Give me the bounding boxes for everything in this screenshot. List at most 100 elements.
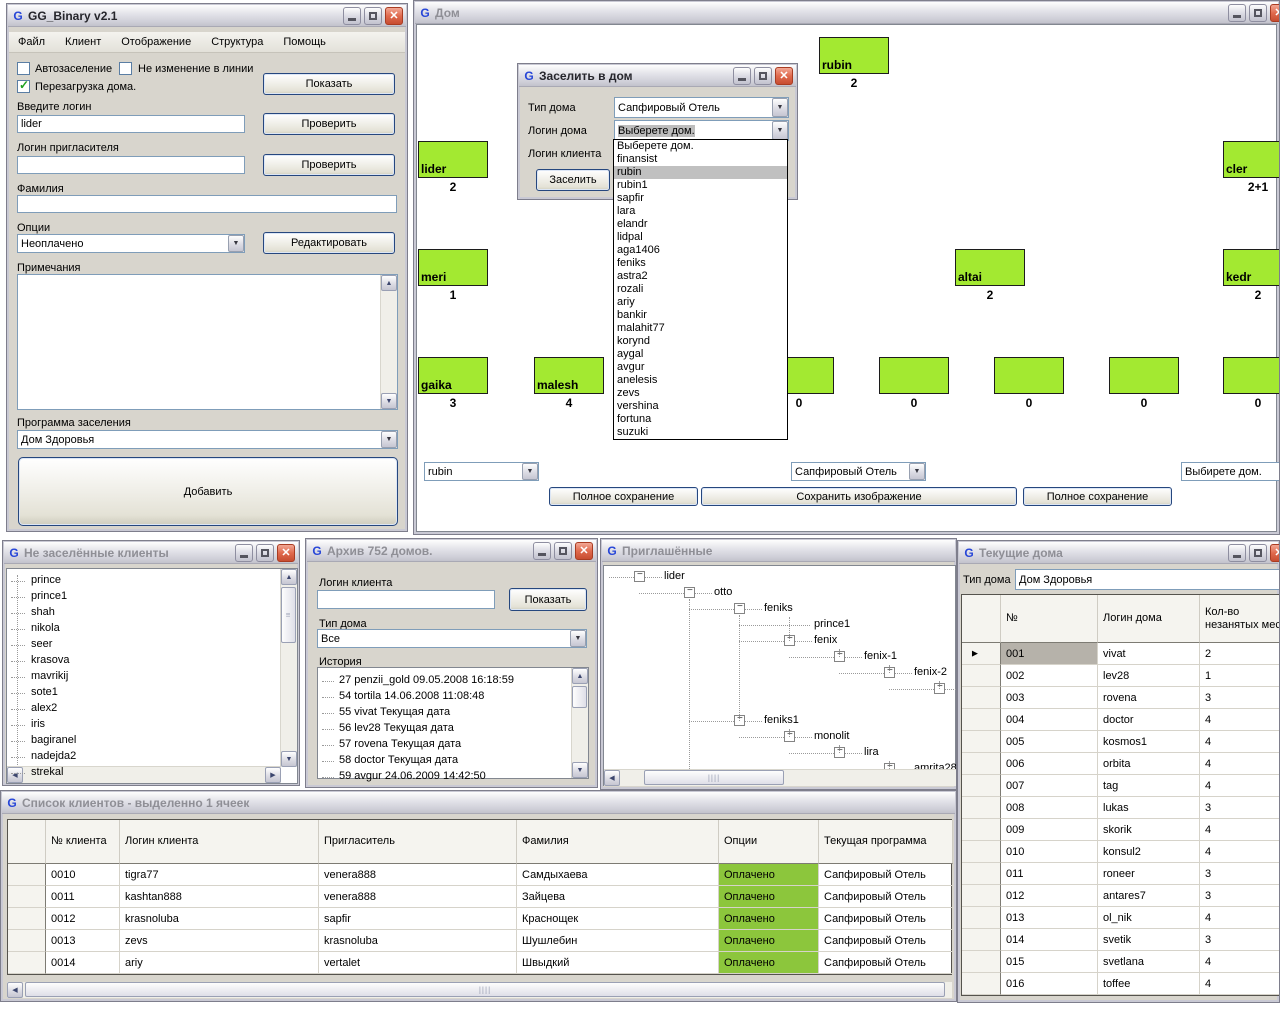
row-header[interactable] <box>962 731 1001 753</box>
dropdown-item[interactable]: avgur <box>614 361 787 374</box>
cell[interactable]: rovena <box>1098 687 1200 709</box>
minimize-button[interactable] <box>1228 4 1246 22</box>
cell[interactable]: vertalet <box>319 952 517 974</box>
column-header[interactable]: Текущая программа <box>819 820 953 864</box>
cell[interactable]: 0013 <box>46 930 120 952</box>
tree-node-label[interactable]: lira <box>864 745 879 760</box>
check-button-2[interactable]: Проверить <box>263 154 395 176</box>
tree-node-label[interactable]: fenix-2 <box>914 665 947 680</box>
cell[interactable]: 0012 <box>46 908 120 930</box>
menu-item[interactable]: Помощь <box>274 33 335 51</box>
minimize-button[interactable] <box>343 7 361 25</box>
dropdown-item[interactable]: rubin <box>614 166 787 179</box>
settle-type-combo[interactable]: Сапфировый Отель <box>614 97 789 118</box>
tree-node-label[interactable]: fenix <box>814 633 837 648</box>
scroll-up-icon[interactable]: ▲ <box>381 275 397 291</box>
maximize-button[interactable] <box>754 67 772 85</box>
list-item[interactable]: shah <box>7 605 277 621</box>
cell[interactable]: 010 <box>1001 841 1098 863</box>
list-item[interactable]: iris <box>7 717 277 733</box>
settle-button[interactable]: Заселить <box>536 169 610 191</box>
cell[interactable]: kosmos1 <box>1098 731 1200 753</box>
scrollbar-thumb[interactable]: |||| <box>25 982 945 997</box>
scroll-down-icon[interactable]: ▼ <box>281 751 297 767</box>
row-header[interactable] <box>962 665 1001 687</box>
row-header[interactable] <box>962 885 1001 907</box>
archive-client-input[interactable] <box>317 590 495 609</box>
column-header[interactable]: Кол-во незанятых мест <box>1200 595 1280 643</box>
row-header[interactable] <box>962 709 1001 731</box>
row-header[interactable] <box>962 687 1001 709</box>
menu-item[interactable]: Клиент <box>56 33 110 51</box>
minimize-button[interactable] <box>733 67 751 85</box>
cell[interactable]: Сапфировый Отель <box>819 864 953 886</box>
cell[interactable]: tigra77 <box>120 864 319 886</box>
chevron-down-icon[interactable] <box>228 235 244 252</box>
row-header[interactable] <box>962 863 1001 885</box>
cell[interactable]: Шушлебин <box>517 930 719 952</box>
cell[interactable]: 4 <box>1200 731 1280 753</box>
house-box[interactable]: meri <box>418 249 488 286</box>
cell[interactable]: 2 <box>1200 643 1280 665</box>
cell[interactable]: 006 <box>1001 753 1098 775</box>
row-header[interactable] <box>962 797 1001 819</box>
autosettle-checkbox[interactable] <box>17 62 30 75</box>
list-item[interactable]: nadejda2 <box>7 749 277 765</box>
cell[interactable]: 4 <box>1200 973 1280 995</box>
dropdown-item[interactable]: Выберете дом. <box>614 140 787 153</box>
cell[interactable]: Краснощек <box>517 908 719 930</box>
cell[interactable]: 0011 <box>46 886 120 908</box>
login-input[interactable]: lider <box>17 115 245 133</box>
history-item[interactable]: 55 vivat Текущая дата <box>318 705 568 721</box>
inviter-input[interactable] <box>17 156 245 174</box>
tree-expander-icon[interactable] <box>734 603 745 614</box>
scroll-up-icon[interactable]: ▲ <box>572 668 588 684</box>
row-header[interactable] <box>962 907 1001 929</box>
close-button[interactable] <box>575 542 593 560</box>
options-combo[interactable]: Неоплачено <box>17 234 245 253</box>
cell[interactable]: skorik <box>1098 819 1200 841</box>
dropdown-item[interactable]: aygal <box>614 348 787 361</box>
tree-expander-icon[interactable] <box>634 571 645 582</box>
list-item[interactable]: prince1 <box>7 589 277 605</box>
cell[interactable]: 4 <box>1200 819 1280 841</box>
scroll-down-icon[interactable]: ▼ <box>381 393 397 409</box>
maximize-button[interactable] <box>1249 544 1267 562</box>
cell[interactable]: orbita <box>1098 753 1200 775</box>
settle-house-combo[interactable]: Выберете дом. <box>614 120 789 141</box>
cell[interactable]: venera888 <box>319 864 517 886</box>
cell[interactable]: Самдыхаева <box>517 864 719 886</box>
row-header[interactable] <box>8 864 46 886</box>
close-button[interactable] <box>1270 4 1280 22</box>
menu-item[interactable]: Отображение <box>112 33 200 51</box>
dropdown-item[interactable]: astra2 <box>614 270 787 283</box>
row-header[interactable] <box>962 775 1001 797</box>
cell[interactable]: 0010 <box>46 864 120 886</box>
notes-textarea[interactable]: ▲ ▼ <box>17 274 398 410</box>
scrollbar-thumb[interactable] <box>572 686 587 708</box>
cell[interactable]: antares7 <box>1098 885 1200 907</box>
tree-expander-icon[interactable] <box>684 587 695 598</box>
dropdown-item[interactable]: bankir <box>614 309 787 322</box>
dropdown-item[interactable]: vershina <box>614 400 787 413</box>
cell[interactable]: Оплачено <box>719 864 819 886</box>
history-item[interactable]: 27 penzii_gold 09.05.2008 16:18:59 <box>318 673 568 689</box>
cell[interactable]: 008 <box>1001 797 1098 819</box>
dropdown-item[interactable]: anelesis <box>614 374 787 387</box>
row-header[interactable] <box>8 908 46 930</box>
row-header[interactable] <box>962 841 1001 863</box>
scrollbar-thumb[interactable]: |||| <box>644 770 784 785</box>
column-header[interactable]: № клиента <box>46 820 120 864</box>
cell[interactable]: tag <box>1098 775 1200 797</box>
cell[interactable]: lev28 <box>1098 665 1200 687</box>
cell[interactable]: Оплачено <box>719 908 819 930</box>
maximize-button[interactable] <box>364 7 382 25</box>
house-box[interactable] <box>994 357 1064 394</box>
chevron-down-icon[interactable] <box>570 630 586 647</box>
house-box[interactable]: cler <box>1223 141 1280 178</box>
cell[interactable]: 4 <box>1200 907 1280 929</box>
house-combo[interactable]: rubin <box>424 462 539 481</box>
chevron-down-icon[interactable] <box>772 121 788 140</box>
no-line-change-checkbox[interactable] <box>119 62 132 75</box>
cell[interactable]: 3 <box>1200 797 1280 819</box>
